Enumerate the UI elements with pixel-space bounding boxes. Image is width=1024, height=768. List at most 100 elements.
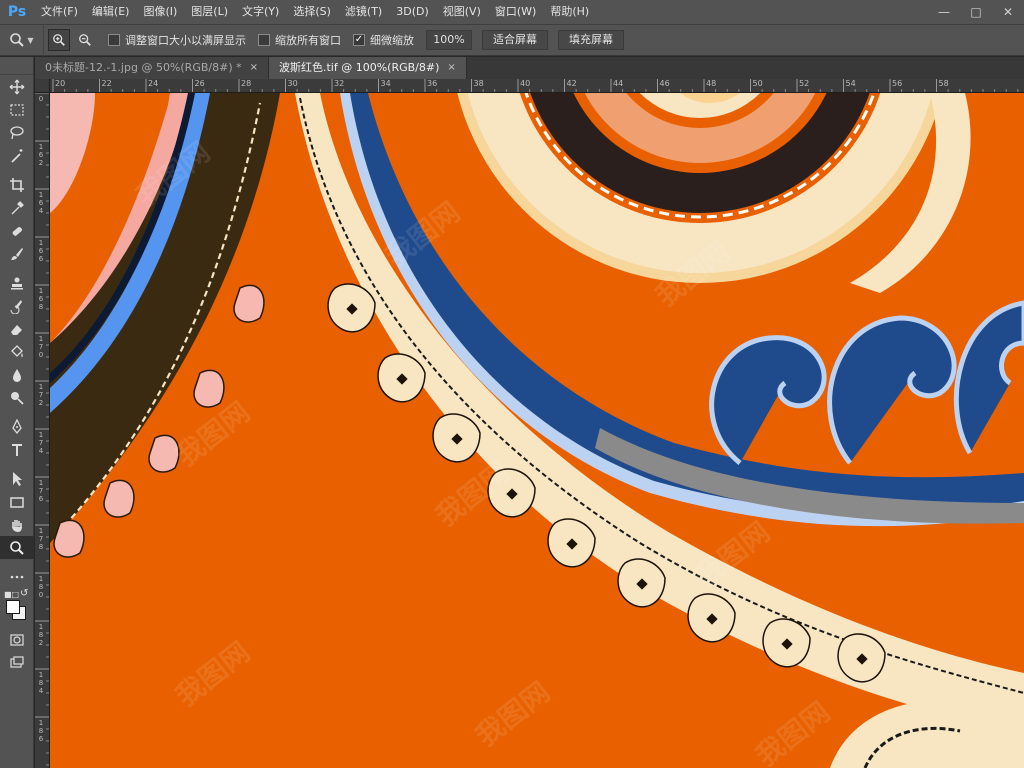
menu-item[interactable]: 编辑(E) xyxy=(85,0,137,24)
more-tools-icon[interactable] xyxy=(0,565,34,588)
paint-bucket-icon[interactable] xyxy=(0,340,34,363)
options-bar: ▼ 调整窗口大小以满屏显示 缩放所有窗口 ✓ 细微缩放 100% 适合屏幕 填充… xyxy=(0,24,1024,56)
type-icon[interactable] xyxy=(0,438,34,461)
zoom-percent-field[interactable]: 100% xyxy=(426,30,472,50)
ruler-tick-label: 38 xyxy=(473,79,484,88)
zoom-tool-icon xyxy=(10,33,25,47)
zoom-all-windows-checkbox[interactable]: 缩放所有窗口 xyxy=(258,32,341,48)
menu-item[interactable]: 文件(F) xyxy=(34,0,85,24)
ruler-tick-label: 34 xyxy=(380,79,391,88)
menu-item[interactable]: 窗口(W) xyxy=(488,0,543,24)
fit-screen-button[interactable]: 适合屏幕 xyxy=(482,30,548,50)
resize-windows-label: 调整窗口大小以满屏显示 xyxy=(125,34,246,47)
color-swatches: ■□ ↺ xyxy=(0,588,33,628)
lasso-icon[interactable] xyxy=(0,121,34,144)
checkbox-box xyxy=(258,34,270,46)
tab-document-1[interactable]: 0未标题-12.-1.jpg @ 50%(RGB/8#) * × xyxy=(35,57,269,79)
tab-document-2[interactable]: 波斯红色.tif @ 100%(RGB/8#) × xyxy=(269,57,467,79)
menu-bar: Ps 文件(F) 编辑(E) 图像(I) 图层(L) 文字(Y) 选择(S) 滤镜(T) 3D… xyxy=(0,0,1024,24)
dodge-icon[interactable] xyxy=(0,386,34,409)
ruler-tick-label: 22 xyxy=(101,79,112,88)
horizontal-ruler[interactable]: 20 22 24 26 28 30 32 34 36 38 40 42 44 46 48 50 52 54 56 58 xyxy=(50,79,1024,93)
screen-mode-icon[interactable] xyxy=(0,651,34,674)
ruler-tick-label: 0 xyxy=(38,95,44,103)
ruler-tick-label: 30 xyxy=(287,79,298,88)
menu-item[interactable]: 视图(V) xyxy=(436,0,488,24)
ruler-origin[interactable] xyxy=(35,79,50,93)
window-controls: — □ ✕ xyxy=(928,0,1024,24)
pen-icon[interactable] xyxy=(0,415,34,438)
ruler-tick-label: 50 xyxy=(752,79,763,88)
scrubby-zoom-label: 细微缩放 xyxy=(370,34,414,47)
marquee-icon[interactable] xyxy=(0,98,34,121)
clone-stamp-icon[interactable] xyxy=(0,271,34,294)
path-selection-icon[interactable] xyxy=(0,467,34,490)
ruler-tick-label: 54 xyxy=(845,79,856,88)
menu-item[interactable]: 图像(I) xyxy=(136,0,184,24)
move-icon[interactable] xyxy=(0,75,34,98)
resize-windows-checkbox[interactable]: 调整窗口大小以满屏显示 xyxy=(108,32,246,48)
menu-item[interactable]: 选择(S) xyxy=(286,0,338,24)
zoom-in-button[interactable] xyxy=(48,29,70,51)
tab-label: 0未标题-12.-1.jpg @ 50%(RGB/8#) * xyxy=(45,61,242,74)
tool-list xyxy=(0,75,34,588)
menu-item[interactable]: 图层(L) xyxy=(184,0,235,24)
ruler-tick-label: 164 xyxy=(38,191,44,215)
ruler-tick-label: 46 xyxy=(659,79,670,88)
foreground-color-swatch[interactable] xyxy=(6,600,20,614)
rectangle-icon[interactable] xyxy=(0,490,34,513)
zoom-out-button[interactable] xyxy=(74,29,96,51)
quick-mask-icon[interactable] xyxy=(0,628,34,651)
document-canvas[interactable]: 我图网 我图网 我图网 我图网 我图网 我图网 我图网 我图网 我图网 xyxy=(50,93,1024,768)
healing-brush-icon[interactable] xyxy=(0,219,34,242)
chevron-down-icon: ▼ xyxy=(27,35,34,45)
hand-icon[interactable] xyxy=(0,513,34,536)
zoom-out-icon xyxy=(79,34,91,46)
zoom-icon[interactable] xyxy=(0,536,34,559)
ruler-tick-label: 166 xyxy=(38,239,44,263)
ruler-tick-label: 52 xyxy=(799,79,810,88)
tool-preset-picker[interactable]: ▼ xyxy=(0,24,44,56)
ruler-tick-label: 20 xyxy=(55,79,66,88)
ruler-tick-label: 26 xyxy=(194,79,205,88)
ruler-tick-label: 162 xyxy=(38,143,44,167)
history-brush-icon[interactable] xyxy=(0,294,34,317)
menu-item[interactable]: 文字(Y) xyxy=(235,0,286,24)
menu-item[interactable]: 帮助(H) xyxy=(543,0,596,24)
ruler-tick-label: 180 xyxy=(38,575,44,599)
default-colors-icon[interactable]: ■□ xyxy=(4,590,19,599)
tools-panel: ■□ ↺ xyxy=(0,57,34,768)
document-tabs: 0未标题-12.-1.jpg @ 50%(RGB/8#) * × 波斯红色.ti… xyxy=(35,57,1024,79)
close-icon[interactable]: ✕ xyxy=(992,0,1024,24)
ruler-tick-label: 28 xyxy=(241,79,252,88)
menu-item[interactable]: 滤镜(T) xyxy=(338,0,389,24)
brush-icon[interactable] xyxy=(0,242,34,265)
minimize-icon[interactable]: — xyxy=(928,0,960,24)
eraser-icon[interactable] xyxy=(0,317,34,340)
crop-icon[interactable] xyxy=(0,173,34,196)
close-icon[interactable]: × xyxy=(250,57,258,79)
toolbar-grip[interactable] xyxy=(0,57,33,75)
maximize-icon[interactable]: □ xyxy=(960,0,992,24)
ruler-tick-label: 32 xyxy=(334,79,345,88)
blur-icon[interactable] xyxy=(0,363,34,386)
magic-wand-icon[interactable] xyxy=(0,144,34,167)
ruler-tick-label: 172 xyxy=(38,383,44,407)
photoshop-logo: Ps xyxy=(7,4,27,20)
ruler-tick-label: 174 xyxy=(38,431,44,455)
scrubby-zoom-checkbox[interactable]: ✓ 细微缩放 xyxy=(353,32,414,48)
menu-item[interactable]: 3D(D) xyxy=(389,0,436,24)
ruler-tick-label: 182 xyxy=(38,623,44,647)
ruler-tick-label: 178 xyxy=(38,527,44,551)
menu-items: 文件(F) 编辑(E) 图像(I) 图层(L) 文字(Y) 选择(S) 滤镜(T) 3D(D)… xyxy=(34,0,596,24)
ruler-tick-label: 176 xyxy=(38,479,44,503)
zoom-in-icon xyxy=(53,34,65,46)
zoom-all-windows-label: 缩放所有窗口 xyxy=(275,34,341,47)
vertical-ruler[interactable]: 0 162 164 166 168 170 172 174 176 178 180 182 184 186 xyxy=(35,93,50,768)
fill-screen-button[interactable]: 填充屏幕 xyxy=(558,30,624,50)
swap-colors-icon[interactable]: ↺ xyxy=(20,588,28,599)
ruler-tick-label: 24 xyxy=(148,79,159,88)
eyedropper-icon[interactable] xyxy=(0,196,34,219)
tab-label: 波斯红色.tif @ 100%(RGB/8#) xyxy=(279,61,440,74)
close-icon[interactable]: × xyxy=(447,57,455,79)
